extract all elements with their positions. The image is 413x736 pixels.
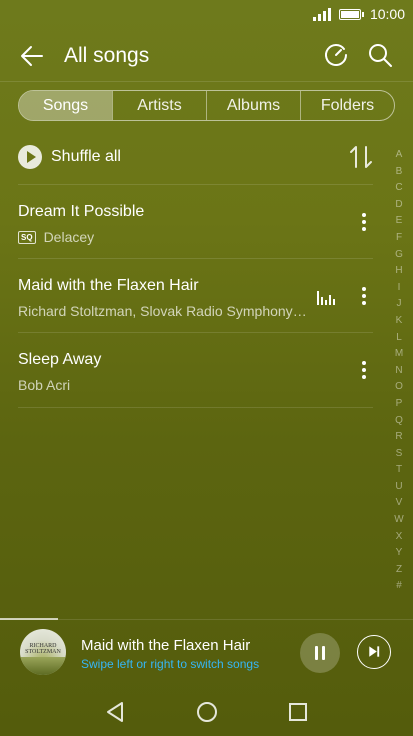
battery-icon [339, 9, 364, 20]
tab-songs[interactable]: Songs [19, 91, 112, 120]
play-circle-icon [18, 145, 42, 169]
song-artist: Richard Stoltzman, Slovak Radio Symphony… [18, 303, 308, 319]
tab-folders[interactable]: Folders [300, 91, 394, 120]
index-letter[interactable]: H [395, 263, 402, 280]
index-letter[interactable]: E [396, 213, 403, 230]
more-options-icon[interactable] [357, 211, 371, 235]
album-cover[interactable]: RICHARD STOLTZMAN [20, 629, 66, 675]
index-letter[interactable]: V [396, 495, 403, 512]
status-time: 10:00 [369, 6, 405, 22]
index-letter[interactable]: T [396, 462, 402, 479]
index-letter[interactable]: D [395, 197, 402, 214]
header-divider [0, 81, 413, 82]
song-title: Maid with the Flaxen Hair [18, 277, 199, 294]
page-title: All songs [64, 44, 150, 67]
sleep-timer-icon[interactable] [323, 42, 349, 68]
nav-back-icon[interactable] [104, 700, 126, 724]
pause-icon [315, 646, 318, 660]
sq-badge: SQ [18, 231, 36, 244]
index-letter[interactable]: Q [395, 413, 403, 430]
index-letter[interactable]: B [396, 164, 403, 181]
playback-progress [0, 618, 58, 620]
song-row[interactable]: Maid with the Flaxen Hair Richard Stoltz… [18, 258, 373, 333]
sort-icon[interactable] [349, 144, 373, 170]
nav-recent-apps-icon[interactable] [288, 702, 308, 722]
tab-artists[interactable]: Artists [112, 91, 206, 120]
more-options-icon[interactable] [357, 359, 371, 383]
cover-text: RICHARD STOLTZMAN [25, 643, 61, 655]
index-letter[interactable]: O [395, 379, 403, 396]
song-title: Sleep Away [18, 351, 102, 368]
nav-home-icon[interactable] [196, 701, 218, 723]
more-options-icon[interactable] [357, 285, 371, 309]
index-letter[interactable]: U [395, 479, 402, 496]
search-icon[interactable] [367, 42, 393, 68]
mini-player[interactable]: RICHARD STOLTZMAN Maid with the Flaxen H… [0, 618, 413, 688]
arrow-left-icon[interactable] [18, 42, 46, 70]
signal-icon [313, 8, 331, 21]
index-letter[interactable]: A [396, 147, 403, 164]
pause-button[interactable] [300, 633, 340, 673]
index-letter[interactable]: G [395, 247, 403, 264]
player-hint: Swipe left or right to switch songs [81, 657, 260, 671]
shuffle-all-label: Shuffle all [51, 148, 121, 165]
tab-bar: Songs Artists Albums Folders [18, 90, 395, 121]
song-artist: SQ Delacey [18, 229, 94, 245]
index-letter[interactable]: Y [396, 545, 403, 562]
now-playing-equalizer-icon [317, 291, 335, 305]
index-letter[interactable]: # [396, 578, 402, 595]
song-title: Dream It Possible [18, 203, 145, 220]
song-artist-name: Delacey [43, 229, 95, 245]
player-song-title: Maid with the Flaxen Hair [81, 637, 251, 654]
index-letter[interactable]: S [396, 446, 403, 463]
index-letter[interactable]: M [395, 346, 403, 363]
index-letter[interactable]: Z [396, 562, 402, 579]
index-letter[interactable]: N [395, 363, 402, 380]
song-row[interactable]: Sleep Away Bob Acri [18, 332, 373, 408]
index-letter[interactable]: C [395, 180, 402, 197]
index-letter[interactable]: K [396, 313, 403, 330]
index-letter[interactable]: L [396, 330, 402, 347]
next-track-icon[interactable] [357, 635, 391, 669]
index-letter[interactable]: J [397, 296, 402, 313]
header: All songs [0, 28, 413, 82]
shuffle-all-row[interactable]: Shuffle all [18, 138, 373, 176]
song-artist: Bob Acri [18, 377, 71, 393]
index-letter[interactable]: R [395, 429, 402, 446]
alphabet-index[interactable]: A B C D E F G H I J K L M N O P Q R S T … [393, 147, 405, 595]
index-letter[interactable]: X [396, 529, 403, 546]
song-row[interactable]: Dream It Possible SQ Delacey [18, 184, 373, 259]
system-nav-bar [0, 688, 413, 736]
status-bar: 10:00 [0, 0, 413, 28]
index-letter[interactable]: I [398, 280, 401, 297]
tab-albums[interactable]: Albums [206, 91, 300, 120]
index-letter[interactable]: P [396, 396, 403, 413]
index-letter[interactable]: F [396, 230, 402, 247]
index-letter[interactable]: W [394, 512, 403, 529]
